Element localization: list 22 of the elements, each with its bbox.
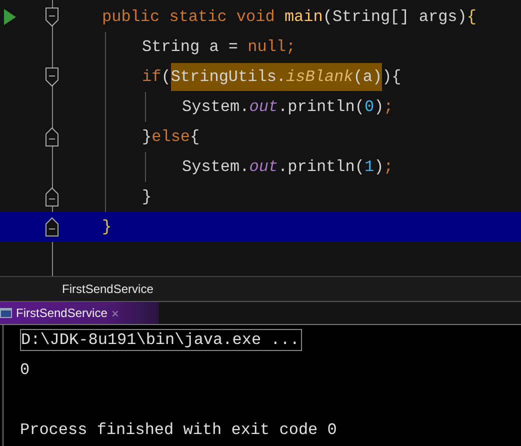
code-line: }else{: [142, 127, 200, 148]
code-editor[interactable]: public static void main(String[] args){ String a = null; if(StringUtils.isBlank(a)){ System.out.println(0); }else{ System.out.println(1); } }: [0, 0, 521, 276]
fold-icon[interactable]: [45, 127, 59, 147]
console-command: D:\JDK-8u191\bin\java.exe ...: [20, 329, 302, 351]
console-output: Process finished with exit code 0: [20, 421, 337, 439]
close-icon[interactable]: ×: [111, 306, 119, 320]
code-line: }: [142, 187, 152, 208]
fold-icon[interactable]: [45, 217, 59, 237]
console-output: 0: [20, 361, 30, 379]
code-line: System.out.println(0);: [182, 97, 394, 118]
code-line: public static void main(String[] args){: [102, 7, 476, 28]
code-line: }: [102, 217, 112, 238]
code-line: System.out.println(1);: [182, 157, 394, 178]
run-icon[interactable]: [4, 9, 16, 25]
run-tab[interactable]: FirstSendService ×: [0, 302, 159, 324]
code-line: String a = null;: [142, 37, 296, 58]
fold-icon[interactable]: [45, 7, 59, 27]
breadcrumb[interactable]: FirstSendService: [62, 282, 154, 296]
code-line: if(StringUtils.isBlank(a)){: [142, 62, 402, 92]
fold-icon[interactable]: [45, 67, 59, 87]
fold-icon[interactable]: [45, 187, 59, 207]
window-icon: [0, 308, 12, 318]
